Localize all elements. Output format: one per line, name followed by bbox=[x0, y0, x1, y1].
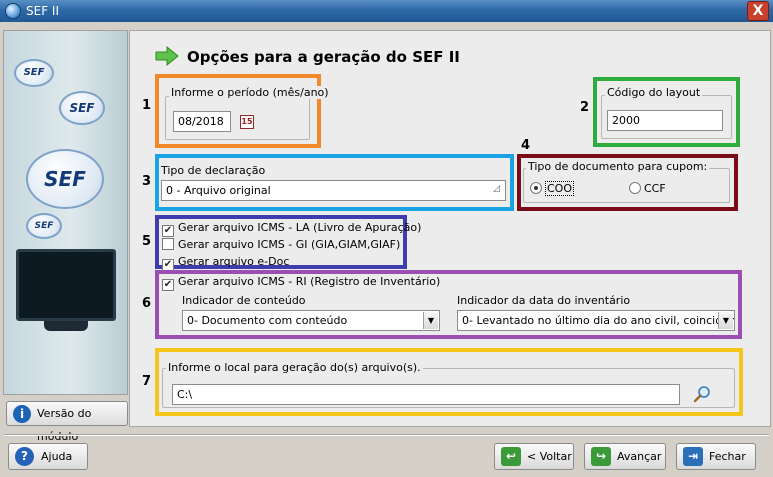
local-input[interactable]: C:\ bbox=[172, 384, 680, 405]
chevron-down-icon: ▼ bbox=[718, 312, 733, 329]
tipo-declaracao-select[interactable]: 0 - Arquivo original bbox=[161, 180, 506, 201]
radio-coo-dot bbox=[530, 182, 542, 194]
indicador-conteudo-select[interactable]: 0- Documento com conteúdo ▼ bbox=[182, 310, 440, 331]
info-icon: i bbox=[13, 405, 31, 423]
close-button[interactable]: ⇥ Fechar bbox=[676, 443, 756, 470]
indicador-data-label: Indicador da data do inventário bbox=[457, 294, 631, 307]
annotation-3: 3 bbox=[142, 174, 152, 189]
annotation-6: 6 bbox=[142, 296, 152, 311]
help-icon: ? bbox=[15, 447, 34, 466]
back-label: < Voltar bbox=[527, 450, 572, 463]
sef-logo-icon: SEF bbox=[26, 213, 62, 239]
chevron-down-icon: ▼ bbox=[423, 312, 438, 329]
window-titlebar: SEF II X bbox=[0, 0, 773, 22]
back-arrow-icon: ↩ bbox=[501, 447, 521, 466]
check-icms-gi-label: Gerar arquivo ICMS - GI (GIA,GIAM,GIAF) bbox=[178, 238, 401, 251]
monitor-stand-icon bbox=[44, 321, 88, 331]
annotation-1: 1 bbox=[142, 98, 152, 113]
tipo-documento-label: Tipo de documento para cupom: bbox=[526, 160, 710, 173]
next-label: Avançar > bbox=[617, 450, 662, 477]
app-icon bbox=[5, 3, 21, 19]
annotation-4: 4 bbox=[521, 138, 531, 153]
help-button[interactable]: ? Ajuda bbox=[8, 443, 88, 470]
indicador-data-select[interactable]: 0- Levantado no último dia do ano civil,… bbox=[457, 310, 735, 331]
sef-logo-icon: SEF bbox=[59, 91, 105, 125]
close-label: Fechar bbox=[709, 450, 746, 463]
local-label: Informe o local para geração do(s) arqui… bbox=[166, 361, 423, 374]
window-title: SEF II bbox=[26, 4, 59, 18]
page-title: Opções para a geração do SEF II bbox=[187, 48, 460, 66]
search-icon[interactable] bbox=[693, 385, 711, 403]
check-edoc[interactable]: ✔ Gerar arquivo e-Doc bbox=[162, 255, 289, 271]
sef-logo-icon: SEF bbox=[26, 149, 104, 209]
footer-separator bbox=[4, 434, 769, 436]
annotation-5: 5 bbox=[142, 234, 152, 249]
layout-label: Código do layout bbox=[605, 86, 703, 99]
indicador-conteudo-label: Indicador de conteúdo bbox=[182, 294, 306, 307]
check-icms-la[interactable]: ✔ Gerar arquivo ICMS - LA (Livro de Apura… bbox=[162, 221, 421, 237]
check-icms-la-box: ✔ bbox=[162, 225, 174, 237]
next-arrow-icon: ↪ bbox=[591, 447, 611, 466]
sef-logo-icon: SEF bbox=[14, 59, 54, 87]
indicador-conteudo-value: 0- Documento com conteúdo bbox=[187, 314, 348, 327]
radio-ccf-label: CCF bbox=[644, 182, 666, 195]
indicador-data-value: 0- Levantado no último dia do ano civil,… bbox=[462, 314, 735, 327]
layout-input[interactable]: 2000 bbox=[607, 110, 723, 131]
calendar-icon[interactable]: 15 bbox=[240, 115, 254, 129]
periodo-input[interactable]: 08/2018 bbox=[173, 111, 231, 132]
radio-ccf[interactable]: CCF bbox=[629, 182, 666, 195]
version-module-button[interactable]: i Versão do módulo bbox=[6, 401, 128, 443]
exit-door-icon: ⇥ bbox=[683, 447, 703, 466]
check-icms-gi-box bbox=[162, 238, 174, 250]
check-icms-gi[interactable]: Gerar arquivo ICMS - GI (GIA,GIAM,GIAF) bbox=[162, 238, 400, 251]
periodo-label: Informe o período (mês/ano) bbox=[169, 86, 331, 99]
sidebar-banner: SEF SEF SEF SEF bbox=[3, 30, 128, 395]
radio-coo-label: COO bbox=[545, 181, 574, 196]
check-icms-ri-label: Gerar arquivo ICMS - RI (Registro de Inv… bbox=[178, 275, 441, 288]
radio-ccf-dot bbox=[629, 182, 641, 194]
check-icms-ri[interactable]: ✔ Gerar arquivo ICMS - RI (Registro de In… bbox=[162, 275, 440, 291]
close-window-button[interactable]: X bbox=[747, 1, 769, 21]
back-button[interactable]: ↩ < Voltar bbox=[494, 443, 574, 470]
annotation-7: 7 bbox=[142, 374, 152, 389]
green-arrow-icon bbox=[155, 46, 179, 66]
annotation-2: 2 bbox=[580, 100, 590, 115]
radio-coo[interactable]: COO bbox=[530, 181, 574, 196]
monitor-icon bbox=[16, 249, 116, 321]
help-label: Ajuda bbox=[41, 450, 73, 463]
check-edoc-label: Gerar arquivo e-Doc bbox=[178, 255, 290, 268]
combo-arrow-icon: ◿ bbox=[493, 184, 500, 194]
tipo-declaracao-label: Tipo de declaração bbox=[161, 164, 266, 177]
next-button[interactable]: ↪ Avançar > bbox=[584, 443, 666, 477]
check-icms-la-label: Gerar arquivo ICMS - LA (Livro de Apuraç… bbox=[178, 221, 422, 234]
check-icms-ri-box: ✔ bbox=[162, 279, 174, 291]
